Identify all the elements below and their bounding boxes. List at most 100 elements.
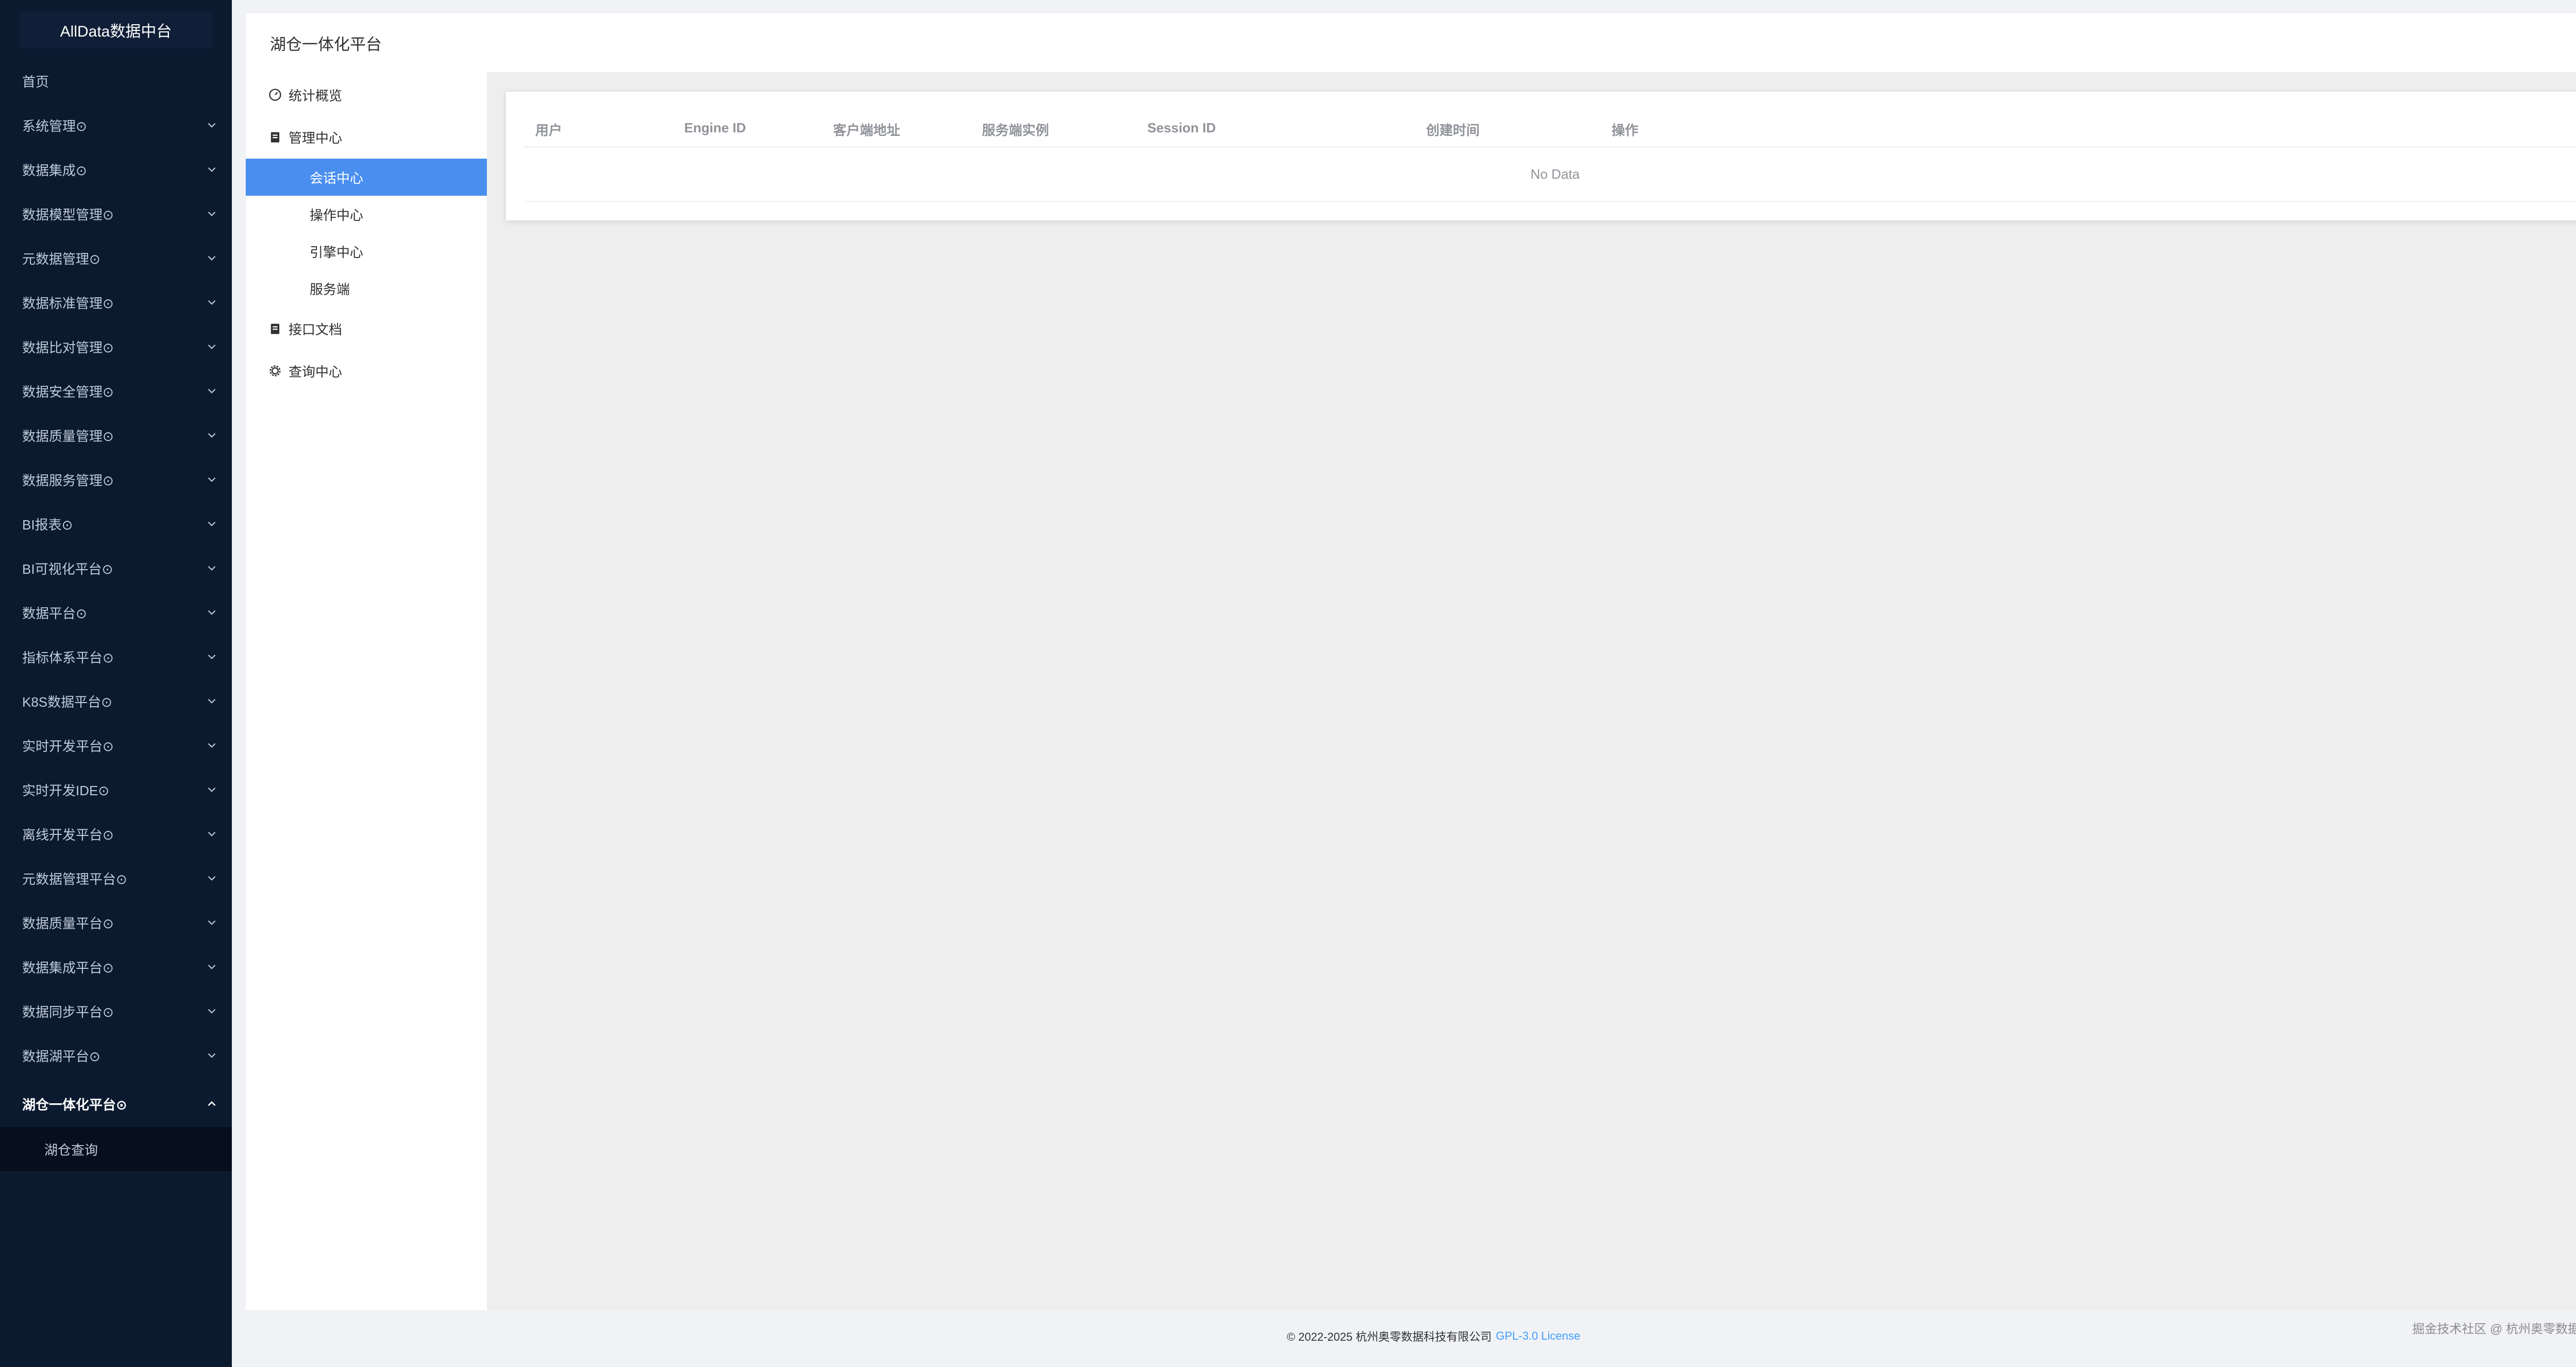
table-header-actions: 操作 xyxy=(1612,123,1639,138)
sidebar-item-label: 数据集成⊙ xyxy=(22,162,87,178)
sidebar-item-quality[interactable]: 数据质量管理⊙ xyxy=(0,413,232,457)
sidebar-item-standard[interactable]: 数据标准管理⊙ xyxy=(0,280,232,324)
sidebar-item-label: 数据湖平台⊙ xyxy=(22,1048,100,1064)
table-header-created-time: 创建时间 xyxy=(1426,123,1480,138)
dashboard-icon xyxy=(269,89,281,101)
sidebar-subitem-lakehouse-query[interactable]: 湖仓查询 xyxy=(0,1127,232,1171)
chevron-down-icon xyxy=(208,255,216,261)
gear-icon xyxy=(269,365,281,377)
chevron-down-icon xyxy=(208,743,216,748)
submenu-item-label: 接口文档 xyxy=(289,321,343,337)
submenu-item-label: 服务端 xyxy=(310,281,350,297)
sidebar-item-label: 数据安全管理⊙ xyxy=(22,384,114,400)
sidebar: AllData数据中台 首页 系统管理⊙ 数据集成⊙ 数据模型管理⊙ 元数据管理… xyxy=(0,0,232,1367)
sidebar-item-label: 元数据管理⊙ xyxy=(22,251,100,267)
sidebar-item-lake-platform[interactable]: 数据湖平台⊙ xyxy=(0,1033,232,1078)
sidebar-item-integration[interactable]: 数据集成⊙ xyxy=(0,147,232,192)
sidebar-item-realtime-dev[interactable]: 实时开发平台⊙ xyxy=(0,723,232,767)
submenu-item-session-center[interactable]: 会话中心 xyxy=(246,159,487,196)
sidebar-item-home[interactable]: 首页 xyxy=(0,59,232,103)
submenu-item-label: 会话中心 xyxy=(310,170,364,186)
sidebar-item-label: 系统管理⊙ xyxy=(22,118,87,134)
sidebar-item-label: 实时开发IDE⊙ xyxy=(22,782,110,798)
chevron-down-icon xyxy=(208,831,216,836)
document-icon xyxy=(270,323,280,334)
chevron-down-icon xyxy=(208,521,216,526)
submenu-item-label: 操作中心 xyxy=(310,207,364,223)
sidebar-item-label: 数据质量管理⊙ xyxy=(22,428,114,444)
page-title: 湖仓一体化平台 xyxy=(270,35,382,54)
sidebar-item-k8s[interactable]: K8S数据平台⊙ xyxy=(0,679,232,723)
chevron-down-icon xyxy=(208,344,216,349)
submenu-group-manage[interactable]: 管理中心 xyxy=(246,118,487,156)
license-link[interactable]: GPL-3.0 License xyxy=(1496,1329,1580,1343)
sidebar-item-label: 指标体系平台⊙ xyxy=(22,650,114,665)
chevron-down-icon xyxy=(208,388,216,394)
sidebar-item-metrics[interactable]: 指标体系平台⊙ xyxy=(0,635,232,679)
submenu-item-label: 查询中心 xyxy=(289,364,343,380)
chevron-down-icon xyxy=(208,477,216,482)
sidebar-item-bi-visual[interactable]: BI可视化平台⊙ xyxy=(0,546,232,590)
sidebar-item-label: 数据模型管理⊙ xyxy=(22,207,114,223)
sidebar-item-metadata[interactable]: 元数据管理⊙ xyxy=(0,236,232,280)
chevron-down-icon xyxy=(208,1009,216,1014)
sidebar-item-metadata-platform[interactable]: 元数据管理平台⊙ xyxy=(0,856,232,900)
sidebar-item-system[interactable]: 系统管理⊙ xyxy=(0,103,232,147)
submenu-item-label: 管理中心 xyxy=(289,130,343,146)
sidebar-item-security[interactable]: 数据安全管理⊙ xyxy=(0,369,232,413)
clipboard-icon xyxy=(270,132,280,143)
table-header-server-instance: 服务端实例 xyxy=(982,123,1049,138)
chevron-down-icon xyxy=(208,787,216,792)
sidebar-item-integration-platform[interactable]: 数据集成平台⊙ xyxy=(0,945,232,989)
chevron-down-icon xyxy=(208,964,216,969)
sidebar-item-realtime-ide[interactable]: 实时开发IDE⊙ xyxy=(0,767,232,812)
sidebar-item-compare[interactable]: 数据比对管理⊙ xyxy=(0,324,232,369)
sidebar-item-label: 首页 xyxy=(22,74,49,90)
submenu-item-label: 引擎中心 xyxy=(310,244,364,260)
sidebar-item-label: 数据比对管理⊙ xyxy=(22,339,114,355)
sidebar-item-label: 元数据管理平台⊙ xyxy=(22,871,127,887)
sidebar-item-sync-platform[interactable]: 数据同步平台⊙ xyxy=(0,989,232,1033)
table-header-client-address: 客户端地址 xyxy=(833,123,901,138)
footer-copyright: © 2022-2025 杭州奥零数据科技有限公司 xyxy=(1286,1330,1492,1343)
chevron-up-icon xyxy=(208,1101,216,1106)
sidebar-item-label: 数据质量平台⊙ xyxy=(22,915,114,931)
app-logo-text: AllData数据中台 xyxy=(60,23,172,40)
sidebar-item-offline-dev[interactable]: 离线开发平台⊙ xyxy=(0,812,232,856)
sidebar-item-quality-platform[interactable]: 数据质量平台⊙ xyxy=(0,900,232,945)
sidebar-item-label: 数据服务管理⊙ xyxy=(22,472,114,488)
submenu-item-operation-center[interactable]: 操作中心 xyxy=(246,196,487,233)
session-table: 用户 Engine ID 客户端地址 服务端实例 Session ID 创建时间… xyxy=(506,92,2576,220)
watermark: 掘金技术社区 @ 杭州奥零数据科技 xyxy=(2412,1322,2576,1336)
sidebar-item-model[interactable]: 数据模型管理⊙ xyxy=(0,192,232,236)
chevron-down-icon xyxy=(208,167,216,172)
submenu-item-query-center[interactable]: 查询中心 xyxy=(246,352,487,389)
sidebar-item-lakehouse[interactable]: 湖仓一体化平台⊙ xyxy=(0,1082,232,1126)
chevron-down-icon xyxy=(208,920,216,925)
chevron-down-icon xyxy=(208,300,216,305)
footer: © 2022-2025 杭州奥零数据科技有限公司 GPL-3.0 License xyxy=(246,1326,2576,1346)
sidebar-item-label: 离线开发平台⊙ xyxy=(22,827,114,843)
submenu-item-server[interactable]: 服务端 xyxy=(246,270,487,307)
sidebar-item-service[interactable]: 数据服务管理⊙ xyxy=(0,457,232,502)
table-empty-state: No Data xyxy=(524,147,2576,201)
app-logo[interactable]: AllData数据中台 xyxy=(20,11,212,48)
submenu-item-overview[interactable]: 统计概览 xyxy=(246,76,487,113)
table-body-divider xyxy=(524,201,2576,202)
submenu-item-api-docs[interactable]: 接口文档 xyxy=(246,310,487,347)
table-header-engine-id: Engine ID xyxy=(684,120,746,135)
table-header-session-id: Session ID xyxy=(1147,120,1216,135)
submenu: 统计概览 管理中心 会话中心 操作中心 引擎中心 服务端 接口文档 查询中心 xyxy=(246,72,487,1310)
table-header-user: 用户 xyxy=(535,123,563,138)
chevron-down-icon xyxy=(208,610,216,615)
chevron-down-icon xyxy=(208,433,216,438)
sidebar-item-label: K8S数据平台⊙ xyxy=(22,694,112,710)
sidebar-item-label: 数据集成平台⊙ xyxy=(22,960,114,976)
sidebar-item-label: 数据平台⊙ xyxy=(22,605,87,621)
sidebar-item-label: 数据同步平台⊙ xyxy=(22,1004,114,1020)
sidebar-item-bi-report[interactable]: BI报表⊙ xyxy=(0,502,232,546)
chevron-down-icon xyxy=(208,654,216,659)
submenu-item-engine-center[interactable]: 引擎中心 xyxy=(246,233,487,270)
chevron-down-icon xyxy=(208,876,216,881)
sidebar-item-data-platform[interactable]: 数据平台⊙ xyxy=(0,590,232,635)
